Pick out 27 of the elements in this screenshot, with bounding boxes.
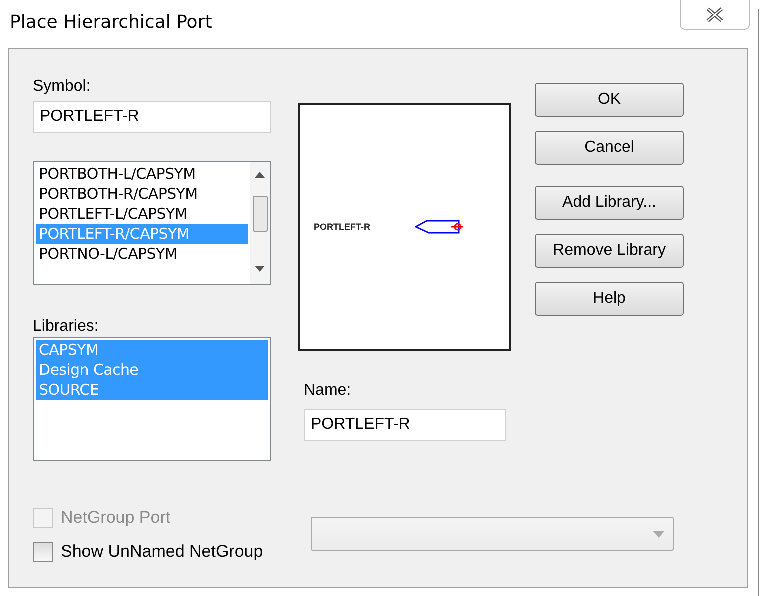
checkbox-label: NetGroup Port [61,508,171,528]
checkbox[interactable] [33,542,53,562]
symbol-label: Symbol: [33,77,92,97]
close-button[interactable] [680,0,750,30]
symbol-field[interactable]: PORTLEFT-R [33,101,271,133]
scroll-up-icon[interactable] [255,172,265,178]
name-field[interactable]: PORTLEFT-R [304,409,506,441]
symbol-list-item[interactable]: PORTBOTH-R/CAPSYM [36,184,248,204]
libraries-label: Libraries: [33,317,100,337]
dialog-button[interactable]: Remove Library [535,234,684,268]
checkbox-label: Show UnNamed NetGroup [61,542,264,562]
symbol-list-item[interactable]: PORTNO-L/CAPSYM [36,244,248,264]
symbol-list-item[interactable]: PORTLEFT-L/CAPSYM [36,204,248,224]
scrollbar[interactable] [250,162,270,284]
close-icon [705,6,725,22]
dialog-button[interactable]: OK [535,83,684,117]
window-title: Place Hierarchical Port [10,12,212,33]
symbol-list-item[interactable]: PORTBOTH-L/CAPSYM [36,164,248,184]
scroll-down-icon[interactable] [255,266,265,272]
dialog-button[interactable]: Cancel [535,131,684,165]
scroll-thumb[interactable] [253,196,268,232]
port-symbol-icon [414,219,464,235]
name-label: Name: [304,381,352,401]
dialog-button[interactable]: Help [535,282,684,316]
preview-symbol-name: PORTLEFT-R [314,222,370,232]
dropdown-caret-icon [653,530,665,538]
dialog-button[interactable]: Add Library... [535,186,684,220]
